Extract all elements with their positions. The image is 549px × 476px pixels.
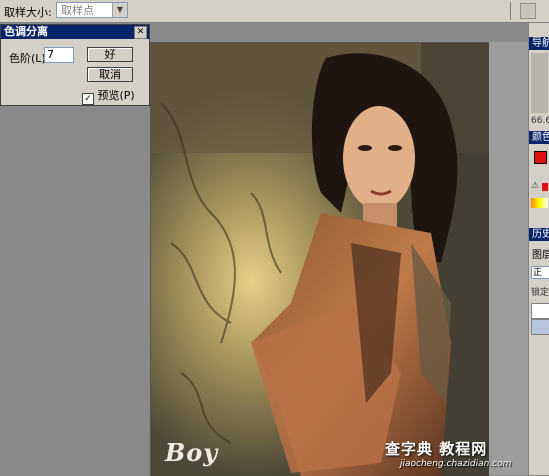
- palette-dock: 导航 66.6 颜色 ⚠ 历史 图层 正常 锁定: [528, 23, 549, 475]
- lock-label: 锁定: [531, 288, 549, 298]
- palette-well-button[interactable]: [520, 3, 536, 19]
- tab-history[interactable]: 历史: [529, 228, 549, 241]
- site-watermark: 查字典 教程网: [385, 440, 488, 458]
- preview-checkbox-group[interactable]: ✓ 预览(P): [82, 87, 135, 105]
- sample-size-label: 取样大小:: [4, 6, 52, 19]
- navigator-thumbnail[interactable]: [531, 53, 548, 113]
- tab-color[interactable]: 颜色: [529, 131, 549, 144]
- zoom-readout: 66.6: [531, 116, 549, 126]
- dialog-title-bar[interactable]: 色调分离 ✕: [1, 25, 149, 39]
- color-ramp[interactable]: [531, 198, 548, 208]
- ok-button[interactable]: 好: [87, 47, 133, 62]
- preview-checkbox[interactable]: ✓: [82, 93, 94, 105]
- levels-input[interactable]: 7: [44, 47, 74, 63]
- tab-layers[interactable]: 图层: [529, 249, 549, 262]
- preview-label: 预览(P): [97, 89, 135, 102]
- blend-mode-select[interactable]: 正常: [531, 266, 549, 279]
- canvas-gray-area: [488, 42, 528, 475]
- poster-logo: Boy: [165, 438, 218, 467]
- chevron-down-icon[interactable]: ▼: [112, 3, 127, 17]
- close-icon[interactable]: ✕: [134, 26, 147, 39]
- posterize-dialog: 色调分离 ✕ 色阶(L): 7 好 取消 ✓ 预览(P): [0, 24, 150, 106]
- poster-logo-text: Boy: [165, 438, 219, 467]
- tab-navigator[interactable]: 导航: [529, 37, 549, 50]
- gamut-swatch[interactable]: [542, 183, 548, 191]
- site-url: jiaocheng.chazidian.com: [400, 459, 512, 469]
- warning-icon: ⚠: [531, 181, 540, 191]
- posterized-photo: [151, 43, 489, 476]
- options-bar: 取样大小: 取样点 ▼: [0, 0, 549, 23]
- document-canvas[interactable]: Boy: [150, 42, 489, 476]
- layer-row[interactable]: [531, 319, 549, 335]
- sample-size-select[interactable]: 取样点 ▼: [56, 2, 128, 18]
- foreground-color-swatch[interactable]: [534, 151, 547, 164]
- toolbar-divider: [510, 2, 511, 20]
- dialog-title: 色调分离: [4, 25, 48, 38]
- layer-row[interactable]: [531, 303, 549, 319]
- sample-size-value: 取样点: [61, 4, 94, 17]
- cancel-button[interactable]: 取消: [87, 67, 133, 82]
